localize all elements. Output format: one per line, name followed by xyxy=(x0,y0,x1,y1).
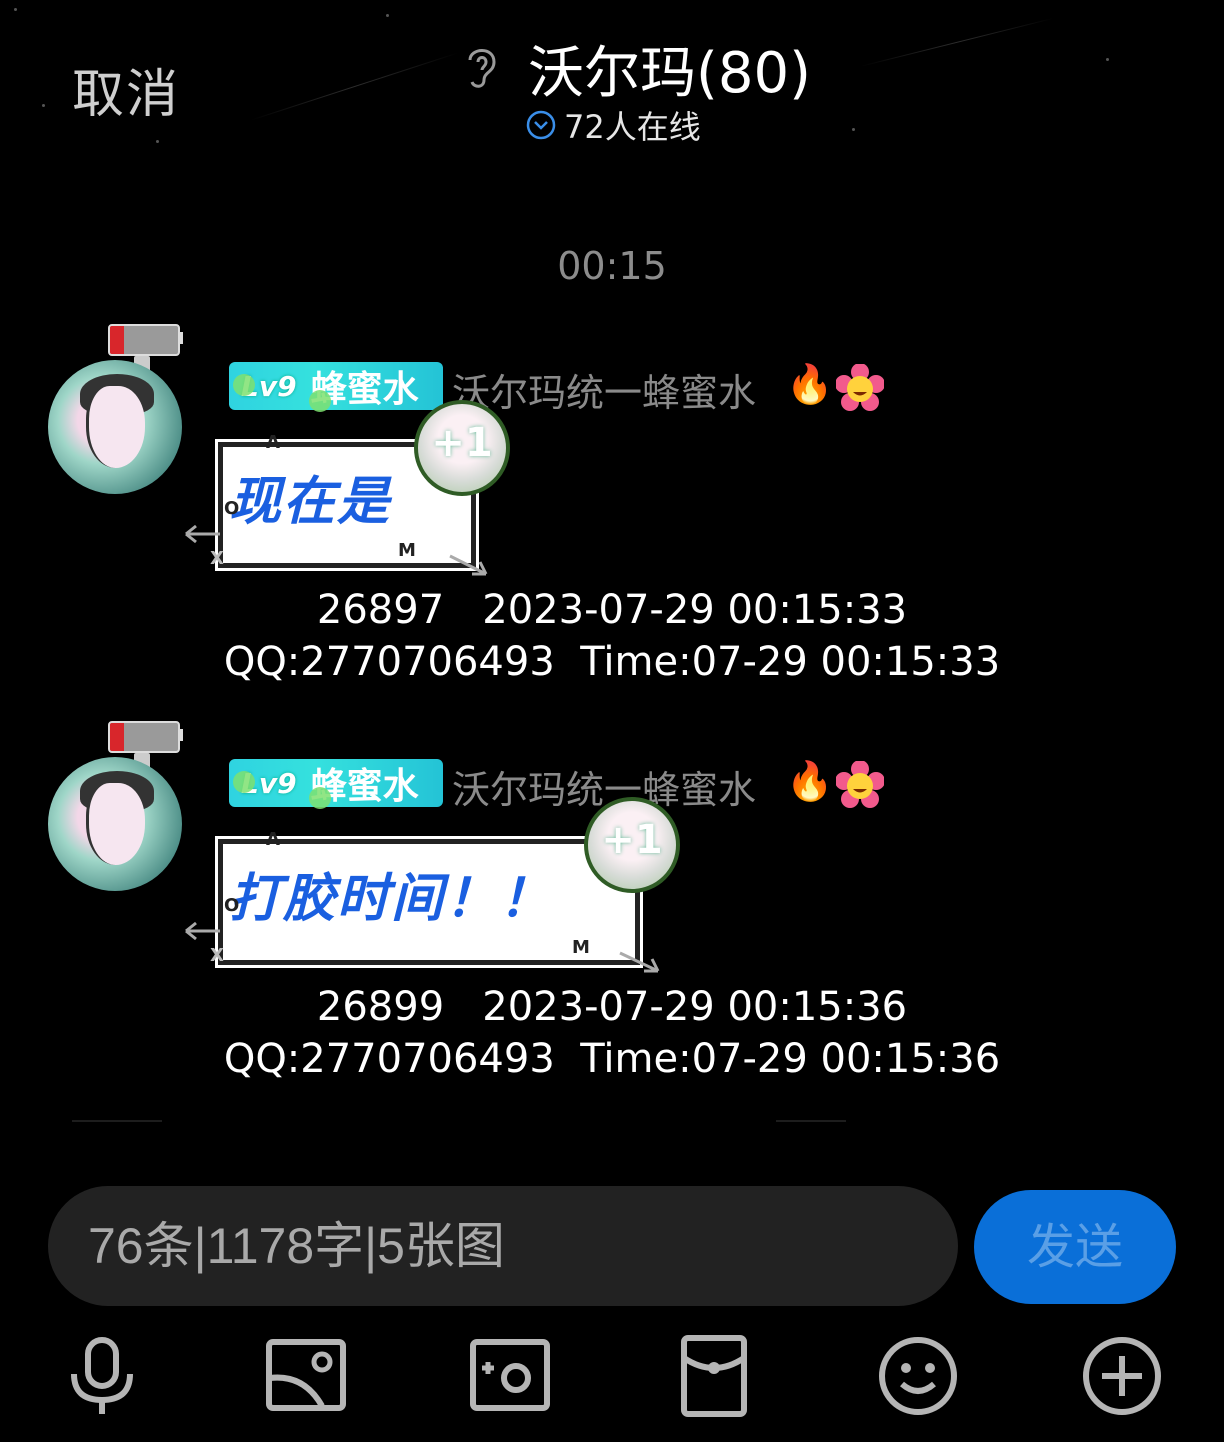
star-decoration xyxy=(1106,58,1109,61)
divider xyxy=(776,1120,846,1122)
message-item: Lv9 蜂蜜水 沃尔玛统一蜂蜜水 🔥 打胶时间！！ A O M X +1 268… xyxy=(0,717,1224,1097)
flower-emoji-icon xyxy=(836,761,884,808)
level-badge[interactable]: Lv9 蜂蜜水 xyxy=(229,759,443,809)
battery-tip xyxy=(178,729,183,741)
send-button[interactable]: 发送 xyxy=(974,1190,1176,1304)
clover-icon xyxy=(233,771,255,793)
plus-one-badge[interactable]: +1 xyxy=(584,797,680,893)
chevron-down-icon xyxy=(526,110,556,140)
red-packet-icon[interactable] xyxy=(672,1334,756,1418)
battery-decoration xyxy=(108,324,180,356)
battery-tip xyxy=(178,332,183,344)
axis-letter-a: A xyxy=(266,432,280,453)
clover-icon xyxy=(309,390,331,412)
level-badge[interactable]: Lv9 蜂蜜水 xyxy=(229,362,443,412)
plus-one-label: +1 xyxy=(431,420,493,466)
cancel-button[interactable]: 取消 xyxy=(72,52,180,127)
fire-icon: 🔥 xyxy=(786,759,834,803)
plus-one-badge[interactable]: +1 xyxy=(414,400,510,496)
axis-letter-a: A xyxy=(266,829,280,850)
message-input[interactable] xyxy=(48,1186,958,1306)
battery-decoration xyxy=(108,721,180,753)
camera-icon[interactable] xyxy=(468,1334,552,1418)
online-text: 72人在线 xyxy=(564,108,701,146)
plus-icon[interactable] xyxy=(1080,1334,1164,1418)
clover-icon xyxy=(233,374,255,396)
flower-emoji-icon xyxy=(836,364,884,411)
fire-icon: 🔥 xyxy=(786,362,834,406)
divider xyxy=(72,1120,162,1122)
avatar[interactable] xyxy=(48,757,182,891)
time-divider: 00:15 xyxy=(557,244,667,288)
axis-arrows xyxy=(185,921,660,973)
star-decoration xyxy=(386,14,389,17)
star-decoration xyxy=(852,128,855,131)
clover-icon xyxy=(309,787,331,809)
message-meta-line2: QQ:2770706493 Time:07-29 00:15:33 xyxy=(223,639,1001,685)
message-meta-line1: 26899 2023-07-29 00:15:36 xyxy=(316,984,908,1030)
streak-decoration xyxy=(249,52,460,121)
star-decoration xyxy=(156,140,159,143)
image-icon[interactable] xyxy=(264,1334,348,1418)
sender-nickname[interactable]: 沃尔玛统一蜂蜜水 xyxy=(452,362,756,417)
group-title[interactable]: 沃尔玛(80) xyxy=(528,28,811,109)
axis-arrows xyxy=(185,524,488,576)
ear-icon[interactable] xyxy=(460,40,504,92)
plus-one-label: +1 xyxy=(601,817,663,863)
microphone-icon[interactable] xyxy=(60,1334,144,1418)
emoji-icon[interactable] xyxy=(876,1334,960,1418)
message-item: Lv9 蜂蜜水 沃尔玛统一蜂蜜水 🔥 现在是 A O M X +1 26897 … xyxy=(0,320,1224,700)
message-meta-line1: 26897 2023-07-29 00:15:33 xyxy=(316,587,908,633)
message-meta-line2: QQ:2770706493 Time:07-29 00:15:36 xyxy=(223,1036,1001,1082)
axis-letter-o: O xyxy=(224,895,240,916)
avatar[interactable] xyxy=(48,360,182,494)
axis-letter-o: O xyxy=(224,498,240,519)
streak-decoration xyxy=(859,17,1055,67)
star-decoration xyxy=(14,8,17,11)
star-decoration xyxy=(42,104,45,107)
online-count[interactable]: 72人在线 xyxy=(526,102,701,148)
